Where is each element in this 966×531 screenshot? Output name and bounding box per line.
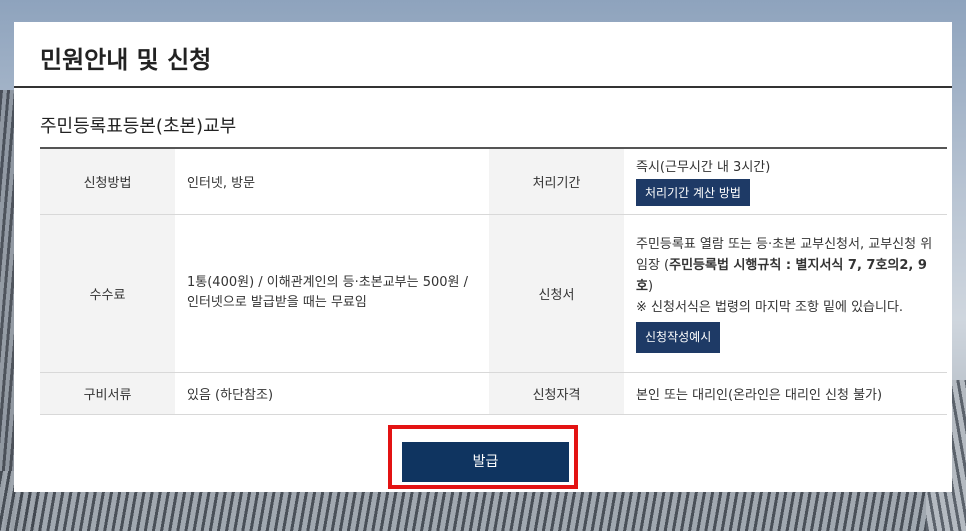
- table-row: 구비서류 있음 (하단참조) 신청자격 본인 또는 대리인(온라인은 대리인 신…: [40, 372, 947, 415]
- form-example-button[interactable]: 신청작성예시: [636, 321, 721, 353]
- page-title: 민원안내 및 신청: [40, 46, 212, 74]
- fee-label: 수수료: [40, 214, 175, 373]
- content-panel: 민원안내 및 신청 주민등록표등본(초본)교부 신청방법 인터넷, 방문 처리기…: [14, 22, 952, 492]
- period-label: 처리기간: [489, 148, 624, 215]
- form-description: 주민등록표 열람 또는 등·초본 교부신청서, 교부신청 위임장 (주민등록법 …: [636, 234, 935, 297]
- form-note: ※ 신청서식은 법령의 마지막 조항 밑에 있습니다.: [636, 299, 904, 315]
- eligibility-label: 신청자격: [489, 372, 624, 415]
- service-info-table: 신청방법 인터넷, 방문 처리기간 즉시(근무시간 내 3시간) 처리기간 계산…: [40, 147, 947, 415]
- form-law-reference: 주민등록법 시행규칙 : 별지서식 7, 7호의2, 9호: [636, 257, 927, 294]
- method-label: 신청방법: [40, 148, 175, 215]
- issue-button[interactable]: 발급: [402, 442, 569, 482]
- form-label: 신청서: [489, 214, 624, 373]
- period-calculation-button[interactable]: 처리기간 계산 방법: [636, 179, 750, 207]
- form-cell: 주민등록표 열람 또는 등·초본 교부신청서, 교부신청 위임장 (주민등록법 …: [624, 214, 947, 373]
- title-divider: [14, 86, 952, 88]
- method-value: 인터넷, 방문: [175, 148, 489, 215]
- docs-label: 구비서류: [40, 372, 175, 415]
- fee-value: 1통(400원) / 이해관계인의 등·초본교부는 500원 / 인터넷으로 발…: [175, 214, 489, 373]
- table-row: 신청방법 인터넷, 방문 처리기간 즉시(근무시간 내 3시간) 처리기간 계산…: [40, 148, 947, 215]
- table-row: 수수료 1통(400원) / 이해관계인의 등·초본교부는 500원 / 인터넷…: [40, 214, 947, 373]
- eligibility-value: 본인 또는 대리인(온라인은 대리인 신청 불가): [624, 372, 947, 415]
- section-title: 주민등록표등본(초본)교부: [40, 116, 237, 137]
- period-value: 즉시(근무시간 내 3시간): [636, 160, 771, 176]
- form-text-end: ): [647, 278, 654, 294]
- docs-value: 있음 (하단참조): [175, 372, 489, 415]
- period-cell: 즉시(근무시간 내 3시간) 처리기간 계산 방법: [624, 148, 947, 215]
